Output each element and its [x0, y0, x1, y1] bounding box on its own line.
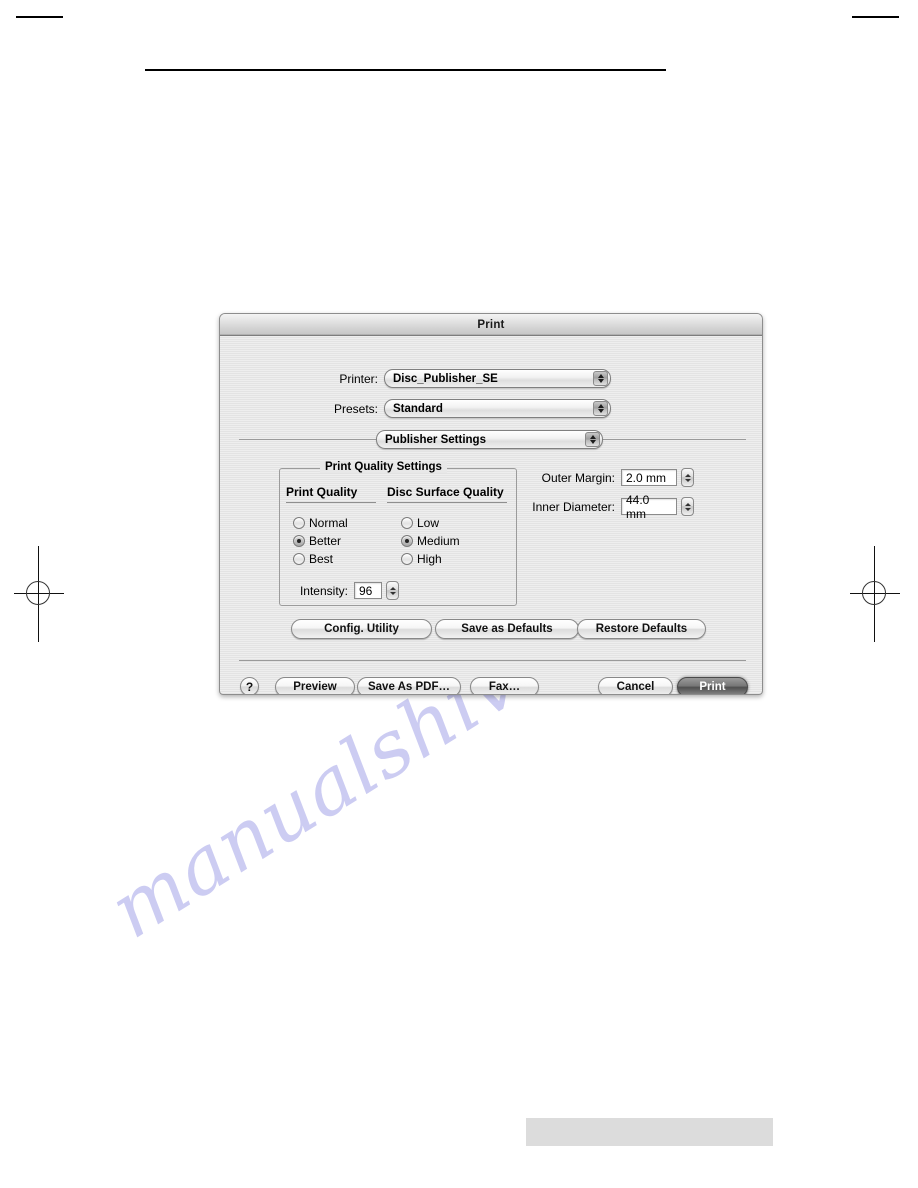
chevron-updown-icon — [585, 432, 600, 447]
inner-diameter-label: Inner Diameter: — [532, 499, 615, 514]
outer-margin-label: Outer Margin: — [541, 470, 615, 485]
chevron-updown-icon — [593, 371, 608, 386]
print-quality-settings-title: Print Quality Settings — [320, 461, 447, 473]
outer-margin-stepper[interactable] — [681, 468, 694, 487]
radio-icon — [293, 553, 305, 565]
radio-label: Best — [309, 552, 334, 566]
registration-circle — [862, 581, 886, 605]
radio-disc-surface-medium[interactable]: Medium — [401, 534, 460, 548]
intensity-stepper[interactable] — [386, 581, 399, 600]
save-as-pdf-button[interactable]: Save As PDF… — [357, 677, 461, 694]
intensity-row: Intensity: 96 — [286, 581, 399, 600]
printer-label: Printer: — [339, 371, 378, 386]
printer-row: Printer: Disc_Publisher_SE — [220, 369, 762, 388]
fax-button[interactable]: Fax… — [470, 677, 539, 694]
radio-label: Medium — [417, 534, 460, 548]
chevron-updown-icon — [593, 401, 608, 416]
radio-disc-surface-high[interactable]: High — [401, 552, 442, 566]
radio-print-quality-best[interactable]: Best — [293, 552, 333, 566]
print-quality-heading: Print Quality — [286, 485, 358, 499]
help-button[interactable]: ? — [240, 677, 259, 694]
radio-disc-surface-low[interactable]: Low — [401, 516, 439, 530]
preview-button[interactable]: Preview — [275, 677, 355, 694]
disc-surface-quality-heading: Disc Surface Quality — [387, 485, 504, 499]
print-dialog: Print Printer: Disc_Publisher_SE Presets… — [219, 313, 763, 695]
registration-mark-left — [14, 546, 64, 642]
action-divider — [239, 660, 746, 661]
radio-label: High — [417, 552, 442, 566]
cancel-button[interactable]: Cancel — [598, 677, 673, 694]
inner-diameter-stepper[interactable] — [681, 497, 694, 516]
radio-icon-selected — [293, 535, 305, 547]
save-as-defaults-button[interactable]: Save as Defaults — [435, 619, 579, 639]
printer-select[interactable]: Disc_Publisher_SE — [384, 369, 611, 388]
pane-select[interactable]: Publisher Settings — [376, 430, 603, 449]
dialog-body: Printer: Disc_Publisher_SE Presets: Stan… — [220, 336, 762, 694]
radio-print-quality-better[interactable]: Better — [293, 534, 341, 548]
radio-print-quality-normal[interactable]: Normal — [293, 516, 348, 530]
presets-label: Presets: — [333, 401, 378, 416]
dialog-titlebar: Print — [220, 314, 762, 336]
presets-select[interactable]: Standard — [384, 399, 611, 418]
outer-margin-input[interactable]: 2.0 mm — [621, 469, 677, 486]
radio-label: Normal — [309, 516, 348, 530]
radio-icon — [401, 553, 413, 565]
inner-diameter-input[interactable]: 44.0 mm — [621, 493, 677, 521]
printer-value: Disc_Publisher_SE — [393, 372, 498, 385]
inner-diameter-row: Inner Diameter: 44.0 mm — [518, 493, 694, 521]
page-header-rule — [145, 69, 666, 71]
print-button[interactable]: Print — [677, 677, 748, 694]
dialog-title: Print — [477, 318, 505, 331]
radio-icon — [401, 517, 413, 529]
crop-mark-top-right — [852, 16, 899, 18]
presets-row: Presets: Standard — [220, 399, 762, 418]
pane-value: Publisher Settings — [385, 433, 486, 446]
restore-defaults-button[interactable]: Restore Defaults — [577, 619, 706, 639]
presets-value: Standard — [393, 402, 443, 415]
disc-surface-quality-rule — [387, 502, 507, 503]
outer-margin-row: Outer Margin: 2.0 mm — [518, 468, 694, 487]
footer-gray-block — [526, 1118, 773, 1146]
radio-icon-selected — [401, 535, 413, 547]
crop-mark-top-left — [16, 16, 63, 18]
config-utility-button[interactable]: Config. Utility — [291, 619, 432, 639]
registration-mark-right — [850, 546, 900, 642]
radio-icon — [293, 517, 305, 529]
radio-label: Low — [417, 516, 440, 530]
radio-label: Better — [309, 534, 342, 548]
registration-circle — [26, 581, 50, 605]
intensity-input[interactable]: 96 — [354, 582, 382, 599]
intensity-label: Intensity: — [299, 583, 348, 598]
print-quality-rule — [286, 502, 376, 503]
